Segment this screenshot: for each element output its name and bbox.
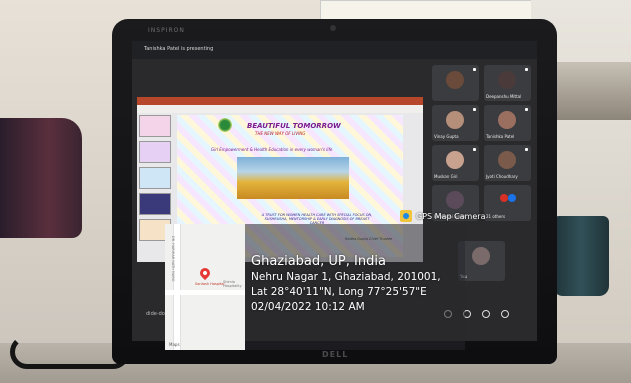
slide-thumbnail[interactable] [139, 141, 171, 163]
mini-map: DR. HARIHAR NATH MARG Santosh Hospital S… [165, 224, 245, 350]
participant-name: Vinay Gupta [434, 134, 459, 139]
tree-logo-icon [217, 117, 233, 133]
chat-icon[interactable] [482, 310, 491, 318]
gps-camera-label: GPS Map Camera [400, 207, 485, 225]
mic-icon [473, 108, 476, 111]
trash-bin [553, 216, 609, 296]
participant-tile[interactable]: Deepanshu Mittal [484, 65, 531, 101]
location-coordinates: Lat 28°40'11"N, Long 77°25'57"E [251, 286, 427, 298]
chair [0, 118, 82, 238]
sunflower-field-image [237, 157, 349, 199]
slide-thumbnail[interactable] [139, 167, 171, 189]
participant-video [498, 151, 516, 169]
photo-scene: INSPIRON Tanishka Patel is presenting BE… [0, 0, 631, 383]
map-place-label: Santosh Hospital [195, 282, 225, 286]
participant-tile-others[interactable]: 21 others [484, 185, 531, 221]
mic-icon [473, 148, 476, 151]
activities-icon[interactable] [501, 310, 510, 318]
participant-video [498, 111, 516, 129]
participant-tile[interactable] [432, 65, 479, 101]
gps-info-panel: DR. HARIHAR NATH MARG Santosh Hospital S… [165, 224, 465, 350]
ppt-tabs [137, 105, 423, 113]
webcam-icon [330, 25, 336, 31]
participant-name: Deepanshu Mittal [486, 94, 522, 99]
participant-name: Jyoti Choudhary [486, 174, 518, 179]
participant-name: 21 others [486, 214, 506, 219]
location-pin-icon [197, 265, 213, 281]
avatar [508, 194, 516, 202]
slide-subtitle: THE NEW WAY OF LIVING [255, 131, 306, 136]
laptop-brand: INSPIRON [148, 27, 185, 34]
participant-tile[interactable]: Jyoti Choudhary [484, 145, 531, 181]
map-road-label: DR. HARIHAR NATH MARG [171, 236, 175, 282]
map-place-label: Shimla Hospitality [223, 280, 242, 288]
presenting-bar: Tanishka Patel is presenting [132, 41, 537, 59]
participant-video [446, 151, 464, 169]
participant-name: Muskan Giri [434, 174, 458, 179]
ppt-ribbon [137, 97, 423, 105]
mic-icon [525, 108, 528, 111]
map-road [165, 290, 245, 295]
gps-camera-icon [400, 210, 412, 222]
participant-video [446, 111, 464, 129]
gps-camera-app-name: GPS Map Camera [416, 211, 486, 221]
participant-name: Tanishka Patel [486, 134, 515, 139]
participant-video [498, 71, 516, 89]
participant-video [446, 71, 464, 89]
slide-thumbnail[interactable] [139, 115, 171, 137]
location-title: Ghaziabad, UP, India [251, 254, 386, 269]
avatar [500, 194, 508, 202]
dell-logo: DELL [322, 350, 349, 359]
mic-icon [525, 68, 528, 71]
participant-tile[interactable]: Muskan Giri [432, 145, 479, 181]
location-address: Nehru Nagar 1, Ghaziabad, 201001, [251, 271, 441, 283]
mic-icon [525, 148, 528, 151]
slide-tagline: Girl Empowerment & Health Education in e… [211, 147, 333, 152]
map-credit: Maps [169, 342, 180, 347]
slide-thumbnail[interactable] [139, 193, 171, 215]
presenting-banner: Tanishka Patel is presenting [144, 46, 214, 52]
participant-tile[interactable]: Tanishka Patel [484, 105, 531, 141]
mic-icon [473, 68, 476, 71]
self-view-tile[interactable]: You [458, 241, 505, 281]
slide-title: BEAUTIFUL TOMORROW [247, 122, 341, 130]
participant-tile[interactable]: Vinay Gupta [432, 105, 479, 141]
location-datetime: 02/04/2022 10:12 AM [251, 301, 365, 313]
participant-video [472, 247, 490, 265]
location-details: Ghaziabad, UP, India Nehru Nagar 1, Ghaz… [251, 254, 441, 315]
